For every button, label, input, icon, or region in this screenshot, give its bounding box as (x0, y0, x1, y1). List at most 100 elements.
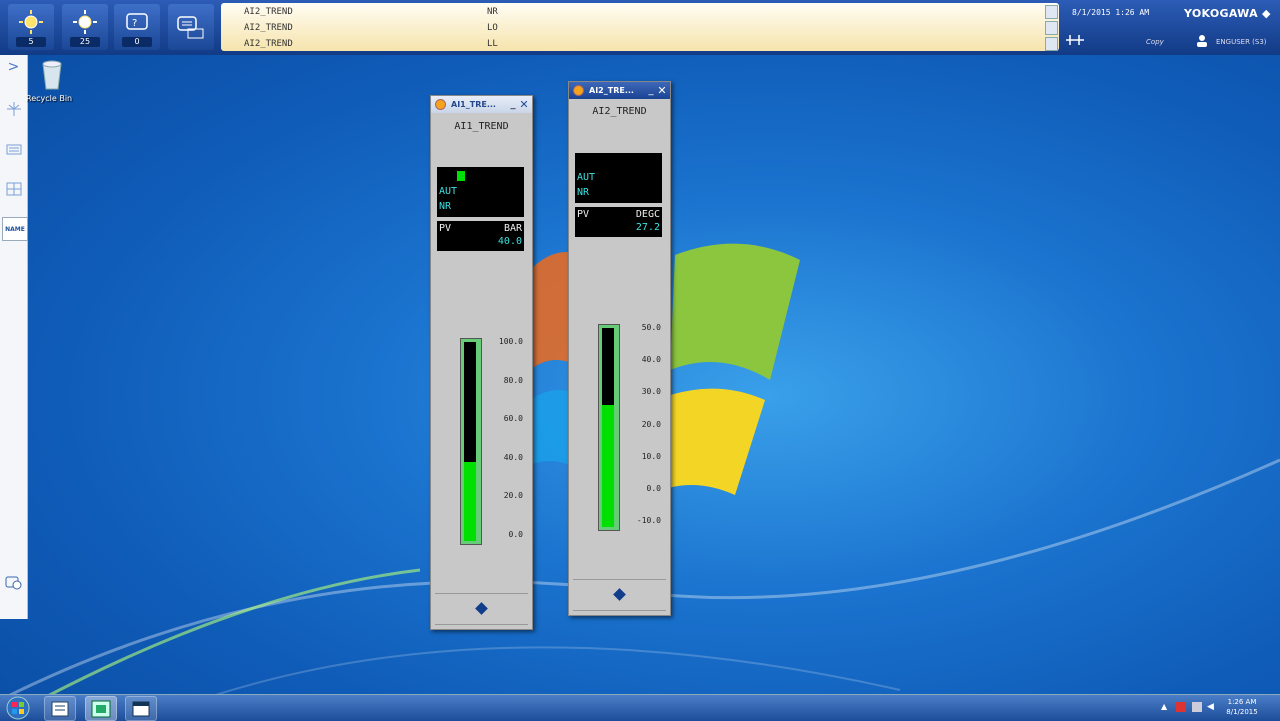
window-title: AI2_TRE... (589, 86, 634, 95)
scale-tick-label: 50.0 (641, 323, 661, 332)
message-monitor-button[interactable] (168, 4, 214, 50)
brand-logo: YOKOGAWA ◆ (1184, 7, 1271, 20)
engineering-unit: DEGC (635, 209, 660, 220)
scale-tick-label: 10.0 (641, 452, 661, 461)
network-status-icon[interactable] (1064, 32, 1086, 48)
scale-tick-label: 40.0 (641, 355, 661, 364)
volume-icon[interactable]: ◀ (1207, 702, 1217, 712)
alarm-status-label: NR (439, 201, 452, 212)
faceplate-ai2[interactable]: AI2_TRE... _ ✕ AI2_TREND AUT NR PV DEGC … (568, 81, 671, 616)
status-display: AUT NR (575, 153, 662, 203)
copy-button[interactable]: Copy (1146, 38, 1164, 46)
message-tag: AI2_TREND (244, 39, 293, 49)
alarm-status-label: NR (577, 187, 590, 198)
operator-guide-count: 0 (122, 37, 152, 47)
mode-label: AUT (577, 172, 596, 183)
bargraph-track (602, 328, 614, 527)
taskbar-app-hmi[interactable] (85, 696, 117, 721)
history-icon (5, 576, 21, 590)
status-display: AUT NR (437, 167, 524, 217)
operator-guide-button[interactable]: ? 0 (114, 4, 160, 50)
recycle-bin-icon (42, 60, 62, 90)
alarm-indicator (457, 171, 465, 181)
hmi-app-icon (91, 700, 111, 717)
name-input-button[interactable]: NAME (2, 217, 28, 241)
start-button[interactable] (3, 695, 33, 721)
explorer-icon (51, 701, 69, 716)
faceplate-footer (435, 593, 528, 625)
taskbar-app-window[interactable] (125, 696, 157, 721)
message-state: LL (487, 39, 498, 49)
faceplate-footer (573, 579, 666, 611)
message-row[interactable]: AI2_TREND LL (244, 39, 498, 49)
system-clock: 8/1/2015 1:26 AM (1072, 8, 1150, 17)
side-toolbar: > NAME (0, 55, 28, 619)
taskbar-app-explorer[interactable] (44, 696, 76, 721)
pv-display[interactable]: PV BAR 40.0 (437, 221, 524, 251)
taskbar-date: 8/1/2015 (1226, 708, 1258, 716)
scale-tick-label: 0.0 (508, 530, 523, 539)
process-alarm-icon (19, 10, 43, 34)
pv-value: 40.0 (497, 236, 522, 247)
system-message-banner: 5 25 ? 0 AI2_TREND NR AI2_TREND LO AI2_TRE… (0, 0, 1280, 55)
show-hidden-icons-icon[interactable]: ▲ (1161, 702, 1171, 712)
message-scroll-down-icon[interactable] (1045, 37, 1058, 51)
bargraph-fill (602, 405, 614, 527)
scale-tick-label: 100.0 (498, 337, 523, 346)
close-button[interactable]: ✕ (656, 84, 668, 97)
faceplate-titlebar[interactable]: AI2_TRE... _ ✕ (569, 82, 670, 99)
faceplate-ai1[interactable]: AI1_TRE... _ ✕ AI1_TREND AUT NR PV BAR 4… (430, 95, 533, 630)
scale-tick-label: 30.0 (641, 387, 661, 396)
keyboard-icon (6, 144, 21, 155)
scale-tick-label: 20.0 (503, 491, 523, 500)
windows-start-icon (6, 696, 30, 720)
faceplate-titlebar[interactable]: AI1_TRE... _ ✕ (431, 96, 532, 113)
user-label[interactable]: ENGUSER (S3) (1216, 38, 1267, 46)
message-list[interactable]: AI2_TREND NR AI2_TREND LO AI2_TREND LL (221, 3, 1059, 51)
minimize-button[interactable]: _ (646, 85, 656, 96)
minimize-button[interactable]: _ (508, 99, 518, 110)
message-row[interactable]: AI2_TREND NR (244, 7, 498, 17)
pv-value: 27.2 (635, 222, 660, 233)
message-row[interactable]: AI2_TREND LO (244, 23, 498, 33)
mode-label: AUT (439, 186, 458, 197)
process-alarm-button[interactable]: 5 (8, 4, 54, 50)
network-icon (6, 102, 21, 116)
expand-sidebar-button[interactable]: > (3, 57, 24, 77)
message-search-icon[interactable] (1045, 21, 1058, 35)
sidebar-item-layout[interactable] (3, 179, 24, 199)
message-state: LO (487, 23, 498, 33)
message-scroll-up-icon[interactable] (1045, 5, 1058, 19)
pv-display[interactable]: PV DEGC 27.2 (575, 207, 662, 237)
window-status-icon (435, 99, 446, 110)
scale-tick-label: 60.0 (503, 414, 523, 423)
user-icon (1197, 35, 1207, 47)
pv-label: PV (577, 209, 590, 220)
scale-tick-label: 0.0 (646, 484, 661, 493)
recycle-bin-shortcut[interactable]: Recycle Bin (26, 60, 72, 103)
pv-label: PV (439, 223, 452, 234)
pv-bargraph (598, 324, 620, 531)
taskbar-clock[interactable]: 1:26 AM 8/1/2015 (1222, 697, 1262, 717)
grid-icon (6, 182, 21, 196)
engineering-unit: BAR (503, 223, 522, 234)
faceplate-navigation-icon[interactable] (475, 602, 488, 615)
taskbar-time: 1:26 AM (1227, 698, 1257, 706)
scale-tick-label: -10.0 (636, 516, 661, 525)
process-alarm-count: 5 (16, 37, 46, 47)
sidebar-item-history[interactable] (3, 573, 24, 593)
pv-bargraph (460, 338, 482, 545)
network-tray-icon[interactable] (1192, 702, 1202, 712)
sidebar-item-keyboard[interactable] (3, 139, 24, 159)
message-monitor-icon (177, 16, 204, 39)
action-center-icon[interactable] (1176, 702, 1186, 712)
message-tag: AI2_TREND (244, 23, 293, 33)
sidebar-item-network[interactable] (3, 99, 24, 119)
taskbar: ▲ ◀ 1:26 AM 8/1/2015 (0, 694, 1280, 721)
system-alarm-button[interactable]: 25 (62, 4, 108, 50)
system-alarm-icon (73, 10, 97, 34)
scale-tick-label: 20.0 (641, 420, 661, 429)
close-button[interactable]: ✕ (518, 98, 530, 111)
window-app-icon (132, 701, 150, 716)
faceplate-navigation-icon[interactable] (613, 588, 626, 601)
